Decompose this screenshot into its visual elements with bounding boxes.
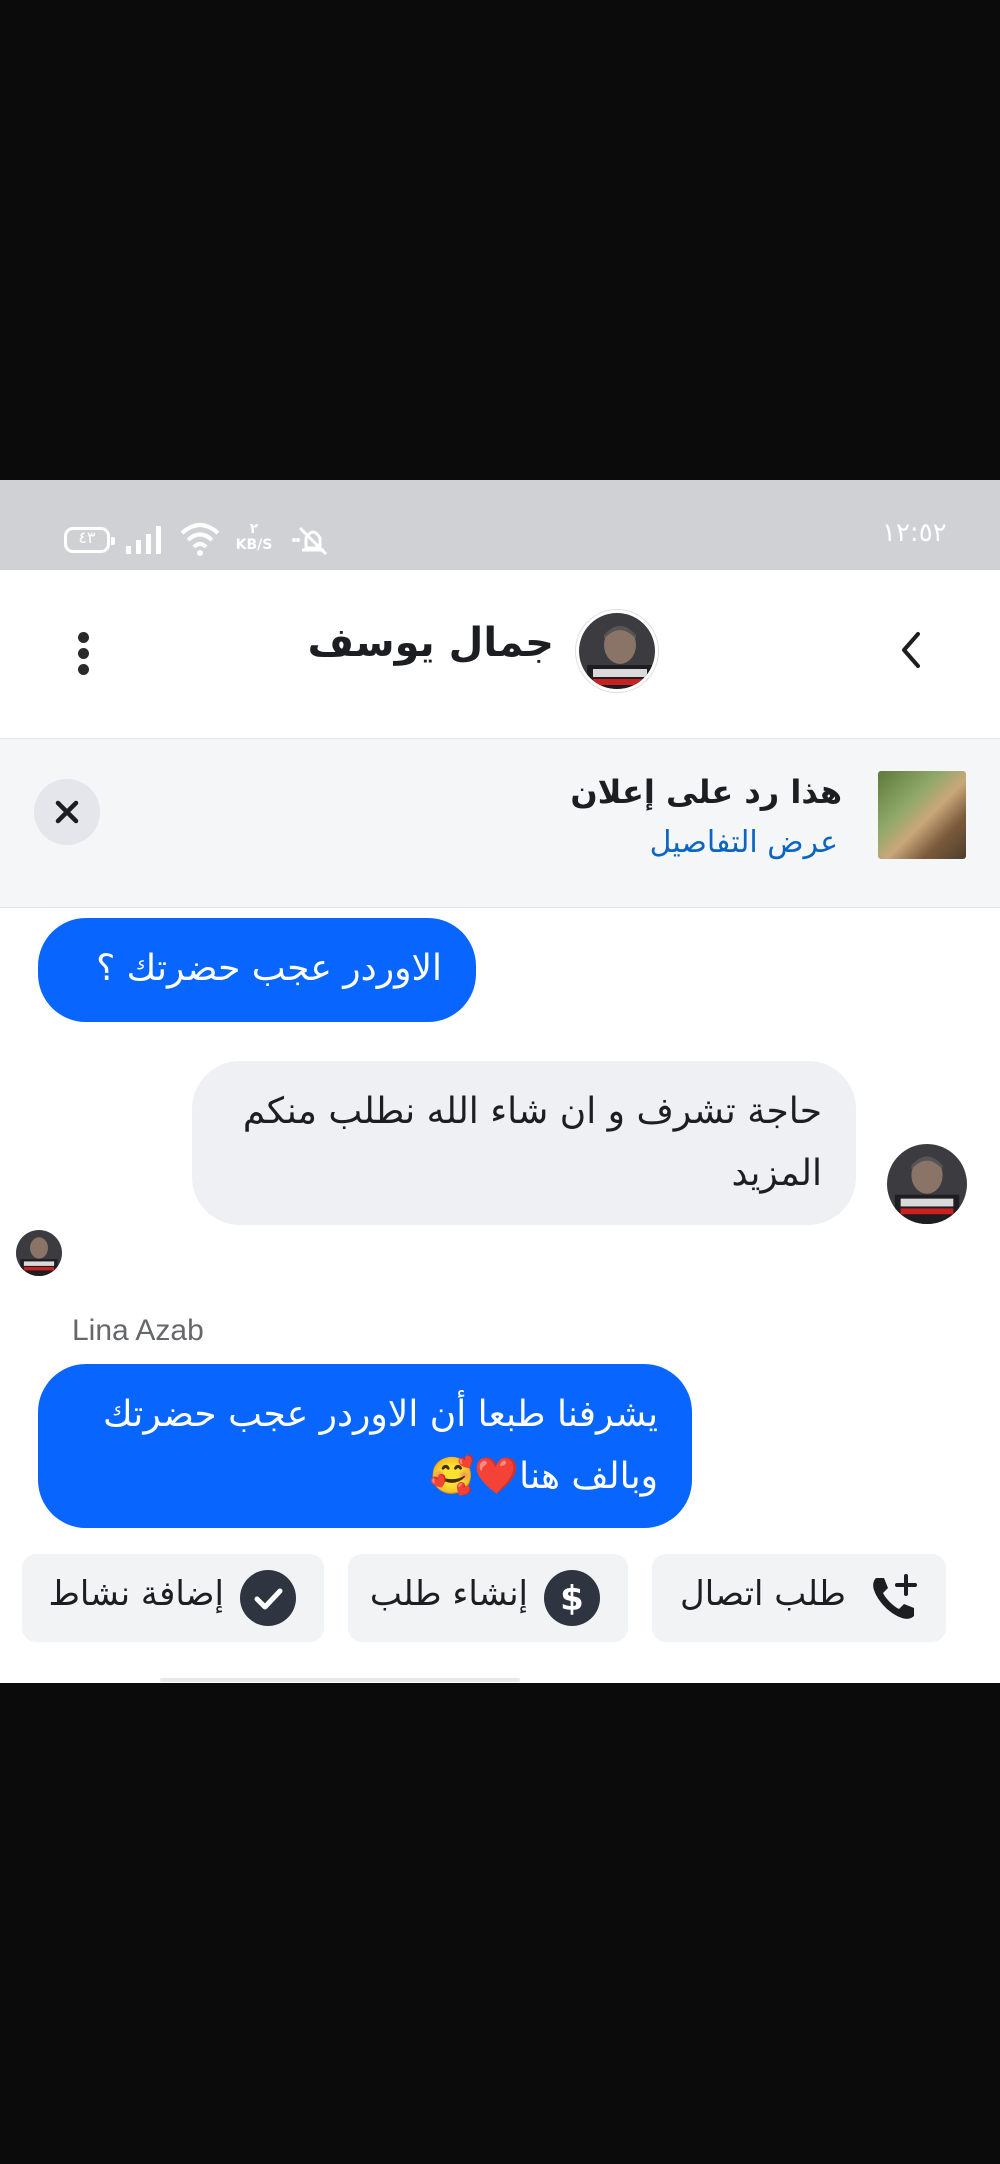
battery-icon: ٤٣ (64, 527, 115, 553)
sender-name: Lina Azab (72, 1314, 204, 1347)
person-photo-icon (16, 1230, 62, 1276)
ad-thumbnail[interactable] (878, 771, 966, 859)
add-activity-label: إضافة نشاط (48, 1574, 224, 1614)
chat-header: جمال يوسف (0, 570, 1000, 738)
contact-avatar-small (887, 1144, 967, 1224)
svg-text:$: $ (560, 1579, 584, 1619)
create-order-label: إنشاء طلب (369, 1574, 528, 1614)
contact-name[interactable]: جمال يوسف (300, 620, 554, 666)
request-call-button[interactable]: طلب اتصال (652, 1554, 946, 1642)
message-bubble-incoming[interactable]: حاجة تشرف و ان شاء الله نطلب منكم المزيد (192, 1061, 856, 1225)
menu-dot (78, 648, 89, 659)
screenshot-black-top (0, 0, 1000, 480)
person-photo-icon (887, 1144, 967, 1224)
phone-plus-icon (873, 1574, 917, 1619)
status-time: ١٢:٥٢ (882, 518, 947, 548)
read-receipt-avatar (16, 1230, 62, 1276)
chat-screen: جمال يوسف هذا رد على إعلان عرض التفاصيل … (0, 570, 1000, 1683)
composer-edge (160, 1678, 520, 1682)
menu-dot (78, 632, 89, 643)
person-photo-icon (579, 613, 655, 689)
request-call-label: طلب اتصال (680, 1574, 846, 1614)
view-details-link[interactable]: عرض التفاصيل (500, 825, 838, 860)
more-options-icon[interactable] (64, 628, 104, 678)
ad-reply-banner: هذا رد على إعلان عرض التفاصيل (0, 738, 1000, 908)
create-order-button[interactable]: $ إنشاء طلب (348, 1554, 628, 1642)
message-bubble-outgoing[interactable]: يشرفنا طبعا أن الاوردر عجب حضرتك وبالف ه… (38, 1364, 692, 1528)
contact-avatar[interactable] (576, 610, 658, 692)
ad-banner-title: هذا رد على إعلان (570, 773, 842, 811)
signal-icon (126, 526, 161, 554)
close-icon[interactable] (34, 779, 100, 845)
network-speed-unit: KB/S (235, 537, 273, 553)
message-bubble-outgoing[interactable]: الاوردر عجب حضرتك ؟ (38, 918, 476, 1022)
add-activity-button[interactable]: إضافة نشاط (22, 1554, 324, 1642)
wifi-icon (180, 523, 220, 556)
bell-muted-icon (292, 526, 328, 556)
network-speed-value: ٢ (249, 521, 259, 537)
dollar-icon: $ (544, 1570, 600, 1626)
quick-actions-bar: طلب اتصال $ إنشاء طلب إضافة نشاط (0, 1554, 1000, 1654)
status-bar (0, 480, 1000, 570)
battery-level: ٤٣ (78, 528, 96, 547)
screenshot-black-bottom (0, 1683, 1000, 2164)
check-circle-icon (240, 1570, 296, 1626)
network-speed: ٢ KB/S (234, 521, 274, 553)
menu-dot (78, 664, 89, 675)
back-chevron-icon[interactable] (890, 620, 934, 680)
